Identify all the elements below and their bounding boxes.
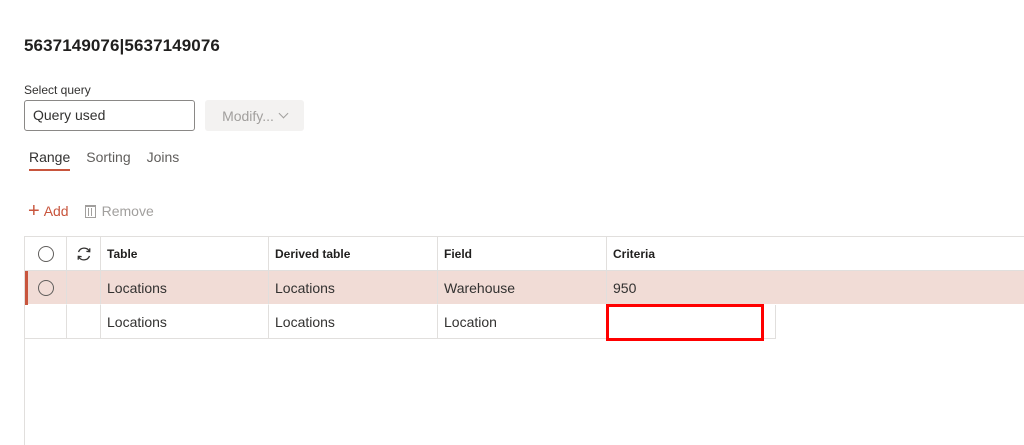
query-range-page: 5637149076|5637149076 Select query Query… xyxy=(0,0,1024,445)
column-header-criteria[interactable]: Criteria xyxy=(607,237,1024,271)
row-select-cell[interactable] xyxy=(25,305,67,339)
add-button[interactable]: + Add xyxy=(28,200,69,222)
trash-icon xyxy=(84,204,96,218)
tab-range[interactable]: Range xyxy=(29,149,71,171)
refresh-icon[interactable] xyxy=(75,245,93,263)
plus-icon: + xyxy=(28,200,40,222)
cell-field[interactable]: Warehouse xyxy=(438,271,607,305)
cell-table[interactable]: Locations xyxy=(101,271,269,305)
select-query-label: Select query xyxy=(24,83,91,97)
tab-sorting[interactable]: Sorting xyxy=(86,149,130,171)
column-header-derived-table[interactable]: Derived table xyxy=(269,237,438,271)
row-select-cell[interactable] xyxy=(25,271,67,305)
tab-bar: Range Sorting Joins xyxy=(29,149,195,171)
row-blank-cell xyxy=(67,271,101,305)
remove-button[interactable]: Remove xyxy=(84,203,154,219)
tab-joins[interactable]: Joins xyxy=(147,149,180,171)
query-select-input[interactable]: Query used xyxy=(24,100,195,131)
grid-toolbar: + Add Remove xyxy=(28,200,154,222)
cell-derived-table[interactable]: Locations xyxy=(269,305,438,339)
criteria-input[interactable] xyxy=(609,307,761,338)
row-blank-cell xyxy=(67,305,101,339)
row-select-radio[interactable] xyxy=(37,279,54,296)
cell-criteria[interactable]: 950 xyxy=(607,271,1024,305)
modify-button[interactable]: Modify... xyxy=(205,100,304,131)
table-row[interactable]: Locations Locations Warehouse 950 xyxy=(25,271,1024,305)
modify-button-label: Modify... xyxy=(222,107,274,124)
chevron-down-icon xyxy=(278,108,289,119)
range-grid: Table Derived table Field Criteria Locat… xyxy=(24,236,1024,445)
refresh-cell[interactable] xyxy=(67,237,101,271)
select-all-cell[interactable] xyxy=(25,237,67,271)
cell-table[interactable]: Locations xyxy=(101,305,269,339)
column-header-field[interactable]: Field xyxy=(438,237,607,271)
add-button-label: Add xyxy=(43,203,69,219)
grid-header-row: Table Derived table Field Criteria xyxy=(25,237,1024,271)
page-title: 5637149076|5637149076 xyxy=(24,36,220,55)
remove-button-label: Remove xyxy=(101,203,154,219)
select-all-radio[interactable] xyxy=(37,245,54,262)
column-header-table[interactable]: Table xyxy=(101,237,269,271)
criteria-input-highlight[interactable] xyxy=(606,304,764,341)
cell-derived-table[interactable]: Locations xyxy=(269,271,438,305)
cell-field[interactable]: Location xyxy=(438,305,607,339)
